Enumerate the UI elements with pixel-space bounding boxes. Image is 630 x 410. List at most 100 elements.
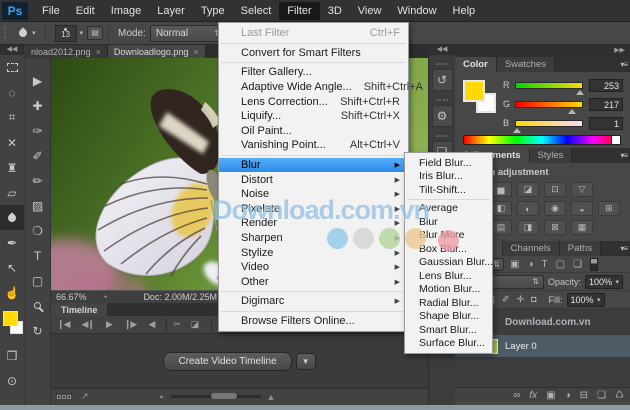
rectangular-marquee-tool[interactable] [0,55,24,80]
clone-stamp-tool[interactable]: ♜ [0,155,24,180]
panel-menu-icon[interactable]: ▾≡ [620,244,627,253]
transition-icon[interactable]: ◪ [191,319,200,330]
create-video-timeline-button[interactable]: Create Video Timeline [163,352,291,371]
black-white-icon[interactable]: ◐ [517,201,539,216]
menu-edit[interactable]: Edit [68,2,103,20]
channel-value-field[interactable]: 253 [589,79,623,92]
menu-3d[interactable]: 3D [320,2,350,20]
crop-tool[interactable]: ⌗ [0,105,24,130]
layer-group-icon[interactable]: ⊟ [580,390,588,401]
levels-icon[interactable]: ▅ [490,182,512,197]
filter-menu-item-browse-filters-online[interactable]: Browse Filters Online... [219,314,408,329]
lasso-tool[interactable]: ◌ [0,80,24,105]
channel-value-field[interactable]: 217 [589,98,623,111]
filter-menu-item-digimarc[interactable]: Digimarc▶ [219,294,408,309]
filter-menu-item-video[interactable]: Video▶ [219,260,408,275]
blur-submenu-item-iris-blur[interactable]: Iris Blur... [405,170,492,184]
link-layers-icon[interactable]: ∞ [513,390,520,401]
tab-swatches[interactable]: Swatches [497,57,555,72]
menu-type[interactable]: Type [193,2,233,20]
blur-submenu-item-field-blur[interactable]: Field Blur... [405,156,492,170]
filter-menu-item-convert-for-smart-filters[interactable]: Convert for Smart Filters [219,46,408,61]
document-tab-nload2012-png[interactable]: nload2012.png× [25,45,108,58]
blur-submenu-item-motion-blur[interactable]: Motion Blur... [405,283,492,297]
new-layer-icon[interactable]: ❏ [597,390,606,401]
blur-submenu-item-tilt-shift[interactable]: Tilt-Shift... [405,183,492,197]
filter-adjustment-layers-icon[interactable]: ◑ [527,259,533,270]
filter-menu-item-oil-paint[interactable]: Oil Paint... [219,124,408,139]
zoom-level-field[interactable]: 66.67% [56,292,94,302]
gradient-map-icon[interactable]: ▦ [571,220,593,235]
menu-view[interactable]: View [350,2,390,20]
collapse-dock-button[interactable]: ▶▶ [455,45,630,57]
color-balance-icon[interactable]: ◧ [490,201,512,216]
quick-mask-icon[interactable]: ❐ [0,343,24,368]
slice-tool[interactable]: ✕ [0,130,24,155]
toggle-brush-panel-button[interactable]: ▤ [87,26,103,40]
blur-submenu-item-shape-blur[interactable]: Shape Blur... [405,310,492,324]
menu-layer[interactable]: Layer [149,2,193,20]
menu-filter[interactable]: Filter [279,2,319,20]
channel-slider-track[interactable] [515,120,583,127]
type-tool[interactable]: T [25,243,50,268]
previous-frame-button[interactable]: ◀❙ [75,319,99,330]
blend-mode-select[interactable]: Normal ⇅ [150,25,227,42]
blur-submenu-item-gaussian-blur[interactable]: Gaussian Blur... [405,256,492,270]
filter-shape-layers-icon[interactable]: ▢ [556,259,565,270]
hand-tool[interactable]: ☝ [0,280,24,305]
channel-mixer-icon[interactable]: ◒ [571,201,593,216]
eyedropper-tool[interactable]: ✑ [25,118,50,143]
delete-layer-icon[interactable]: ♺ [615,390,624,401]
tool-preset-picker[interactable]: ▾ [13,29,40,37]
eraser-tool[interactable]: ▱ [0,180,24,205]
lock-pixels-icon[interactable]: ✐ [502,294,510,305]
blur-submenu-item-radial-blur[interactable]: Radial Blur... [405,296,492,310]
history-panel-icon[interactable]: ↺ [432,69,453,91]
healing-brush-tool[interactable]: ✚ [25,93,50,118]
channel-slider-thumb[interactable] [513,128,521,133]
blur-submenu-item-blur-more[interactable]: Blur More [405,229,492,243]
lock-position-icon[interactable]: ✛ [517,294,525,305]
share-icon[interactable]: ↗ [81,391,89,402]
filter-menu-item-pixelate[interactable]: Pixelate▶ [219,202,408,217]
filter-menu-item-adaptive-wide-angle[interactable]: Adaptive Wide Angle...Shift+Ctrl+A [219,80,408,95]
properties-panel-icon[interactable]: ⚙ [432,105,453,127]
filter-menu-item-sharpen[interactable]: Sharpen▶ [219,231,408,246]
fill-field[interactable]: 100% ▾ [567,293,605,307]
layer-effects-icon[interactable]: fx [529,390,537,401]
filter-menu-item-stylize[interactable]: Stylize▶ [219,245,408,260]
blur-tool[interactable] [0,205,24,230]
tab-channels[interactable]: Channels [503,241,560,256]
filter-menu-item-liquify[interactable]: Liquify...Shift+Ctrl+X [219,109,408,124]
curves-icon[interactable]: ◪ [517,182,539,197]
channel-slider-thumb[interactable] [576,90,584,95]
status-icon[interactable]: ◔ [102,292,107,302]
blur-submenu-item-surface-blur[interactable]: Surface Blur... [405,337,492,351]
filter-smart-objects-icon[interactable]: ❏ [573,259,582,270]
scissors-icon[interactable]: ✂ [173,319,181,330]
filter-menu-item-filter-gallery[interactable]: Filter Gallery... [219,65,408,80]
foreground-color-swatch[interactable] [3,311,18,326]
document-tab-downloadlogo-png[interactable]: Downloadlogo.png× [108,45,206,58]
blur-submenu-item-smart-blur[interactable]: Smart Blur... [405,323,492,337]
play-button[interactable]: ▶ [100,319,118,330]
close-icon[interactable]: × [96,47,101,57]
tab-styles[interactable]: Styles [530,148,573,163]
layer-mask-icon[interactable]: ▣ [546,390,555,401]
filter-type-layers-icon[interactable]: T [542,259,548,270]
menu-select[interactable]: Select [233,2,280,20]
menu-window[interactable]: Window [389,2,444,20]
threshold-icon[interactable]: ◨ [517,220,539,235]
zoom-tool[interactable] [25,293,50,318]
next-frame-button[interactable]: ❙▶ [118,319,142,330]
posterize-icon[interactable]: ▤ [490,220,512,235]
layer-filter-toggle[interactable] [590,258,598,271]
pencil-tool[interactable]: ✏ [25,168,50,193]
zoom-slider-thumb[interactable] [211,393,237,399]
adjustment-layer-icon[interactable]: ◑ [565,390,571,401]
selective-color-icon[interactable]: ⊠ [544,220,566,235]
shape-tool[interactable]: ▢ [25,268,50,293]
exposure-icon[interactable]: ⊡ [544,182,566,197]
path-selection-tool[interactable]: ↖ [0,255,24,280]
menu-file[interactable]: File [34,2,68,20]
